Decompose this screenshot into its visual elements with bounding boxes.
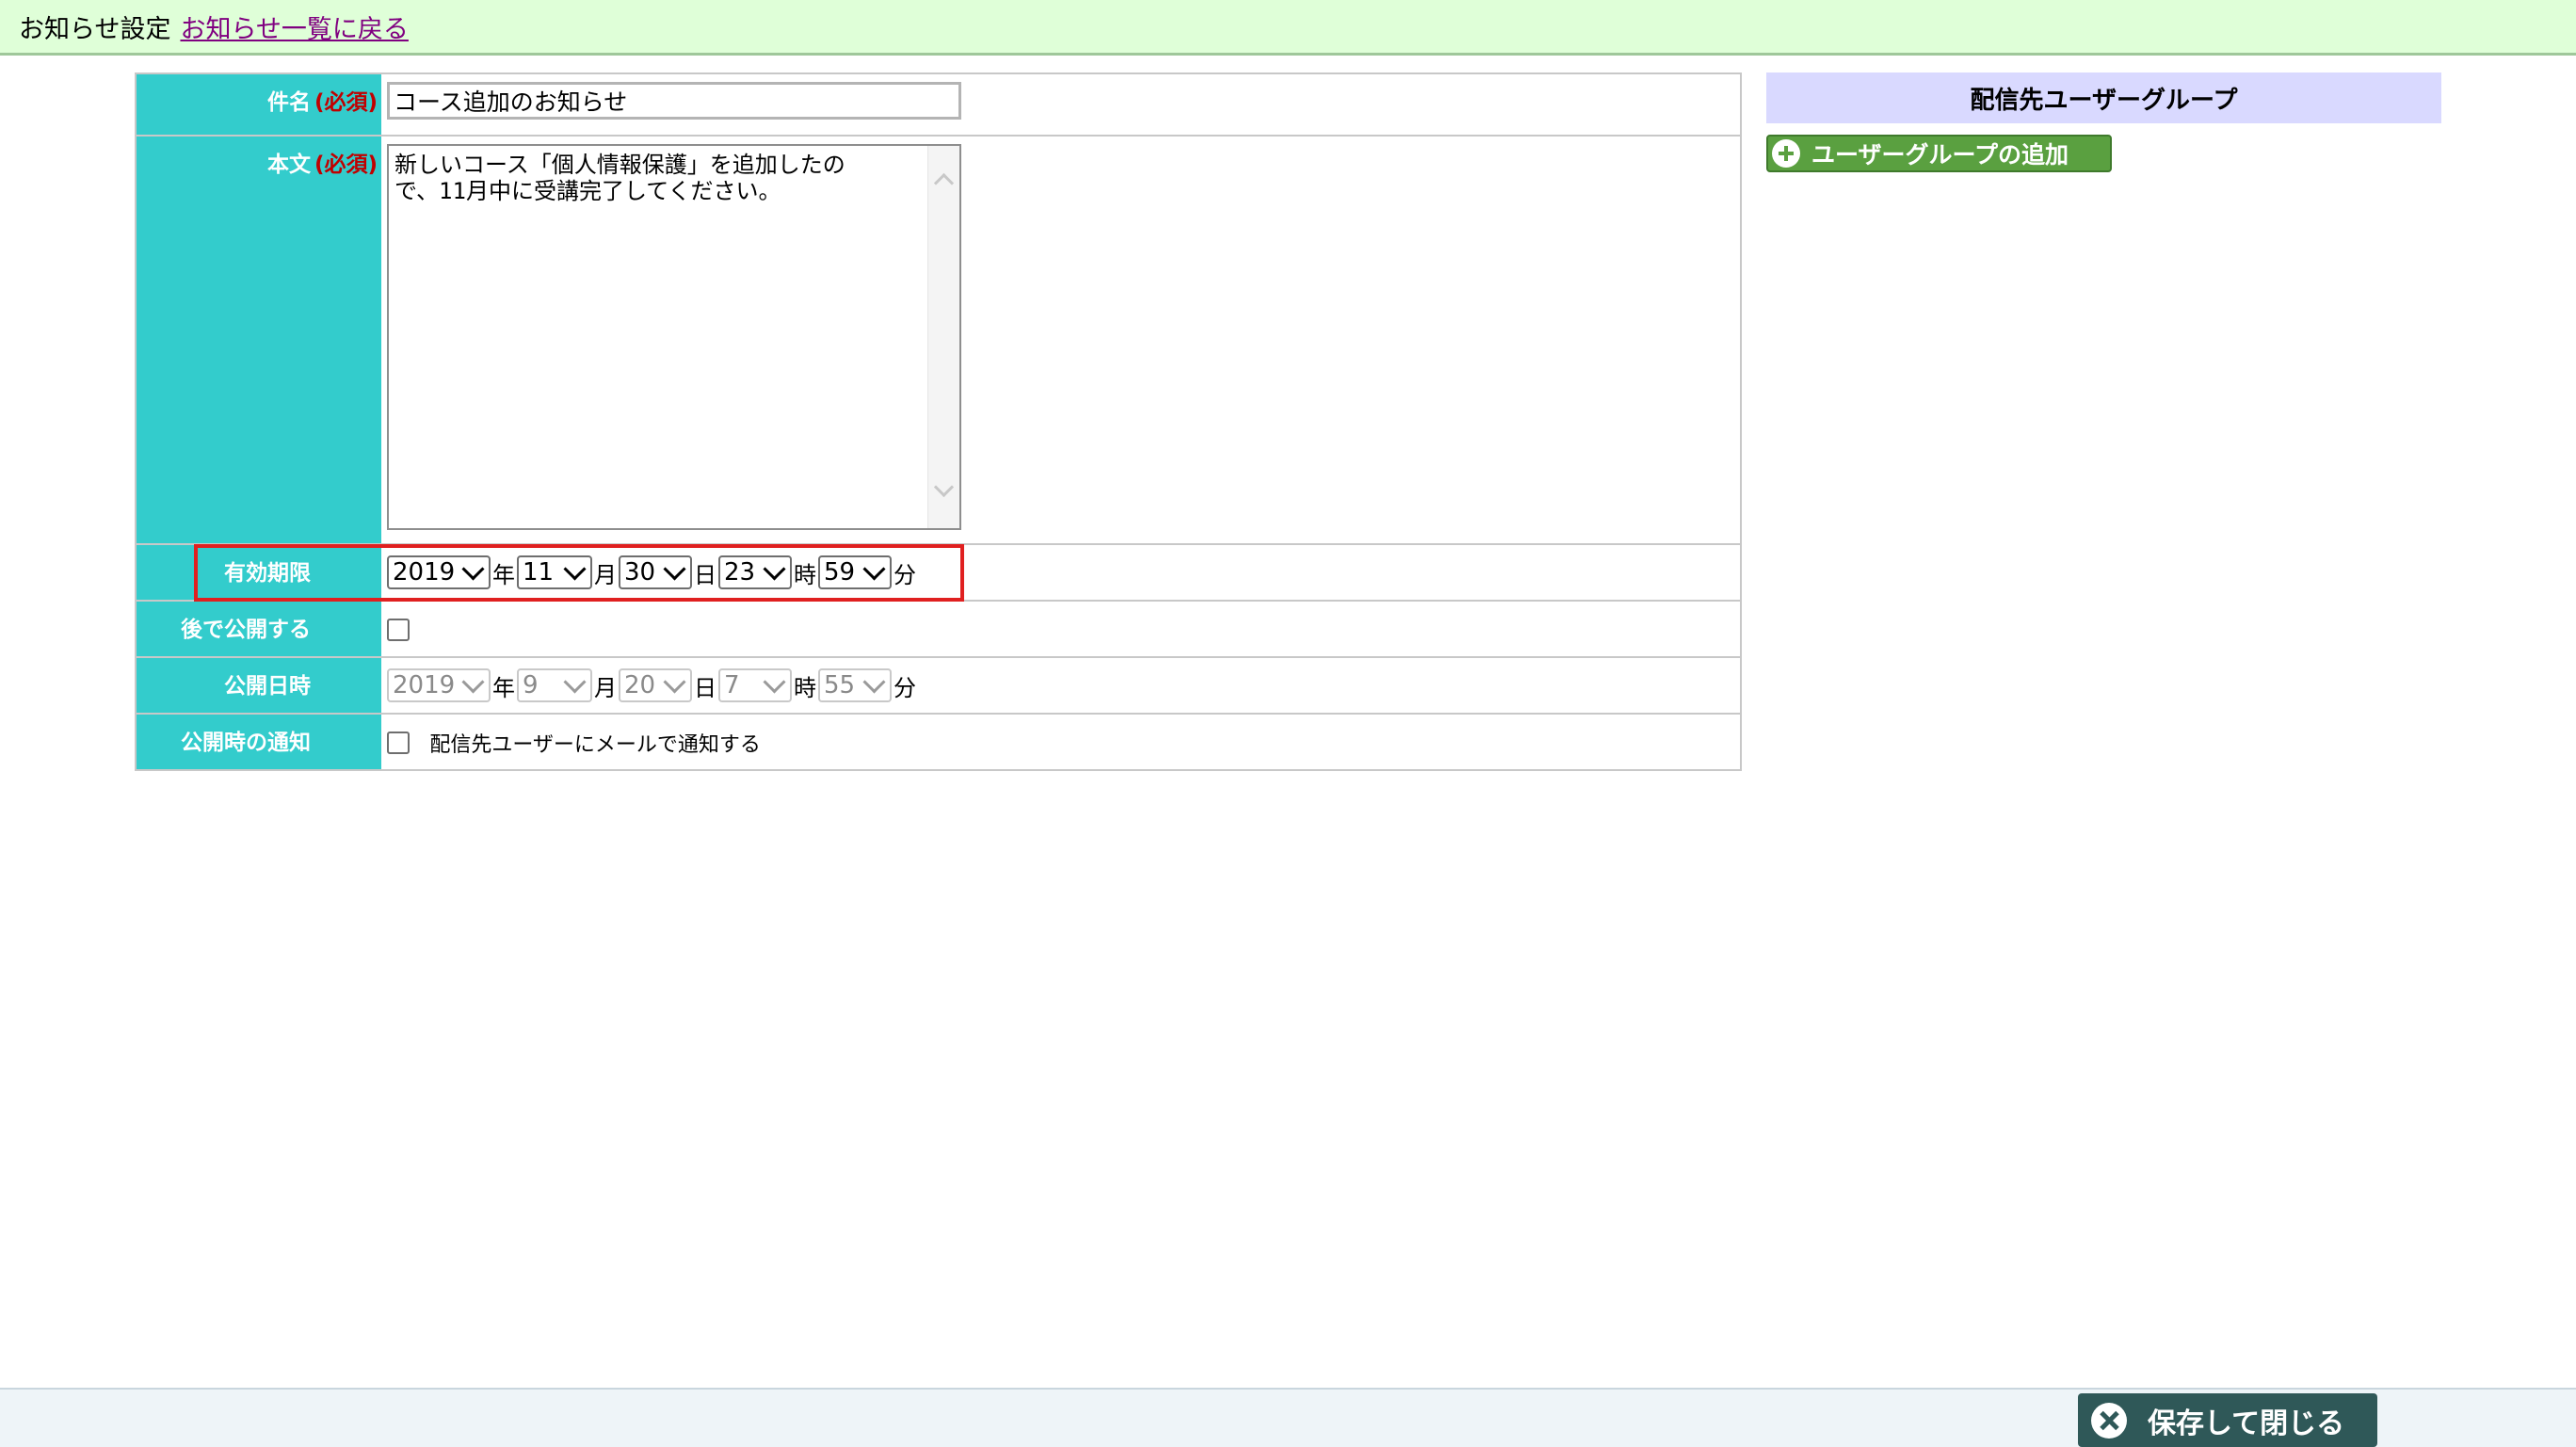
chevron-down-icon xyxy=(563,556,587,581)
subject-row: 件名 (必須) コース追加のお知らせ xyxy=(137,74,1740,135)
delivery-group-header: 配信先ユーザーグループ xyxy=(1766,72,2441,123)
chevron-down-icon xyxy=(763,556,786,581)
expiry-month-select[interactable]: 11 xyxy=(517,555,592,589)
required-mark: (必須) xyxy=(314,90,378,115)
subject-label: 件名 (必須) xyxy=(137,74,381,135)
publish-day-select[interactable]: 20 xyxy=(619,668,692,702)
publish-later-checkbox[interactable] xyxy=(387,618,410,641)
back-to-list-link[interactable]: お知らせ一覧に戻る xyxy=(180,8,408,45)
chevron-down-icon xyxy=(663,669,686,694)
chevron-down-icon xyxy=(563,669,587,694)
top-bar: お知らせ設定 お知らせ一覧に戻る xyxy=(0,0,2576,56)
plus-circle-icon xyxy=(1772,139,1800,168)
notify-checkbox[interactable] xyxy=(387,732,410,754)
expiry-row: 有効期限 2019 年 11 月 30 日 23 時 59 分 xyxy=(137,543,1740,600)
publish-year-select[interactable]: 2019 xyxy=(387,668,491,702)
save-and-close-button[interactable]: 保存して閉じる xyxy=(2078,1393,2377,1447)
expiry-day-select[interactable]: 30 xyxy=(619,555,692,589)
publish-later-label: 後で公開する xyxy=(137,602,381,656)
publish-date-label: 公開日時 xyxy=(137,658,381,713)
body-row: 本文 (必須) 新しいコース「個人情報保護」を追加したの で、11月中に受講完了し… xyxy=(137,135,1740,543)
chevron-down-icon xyxy=(461,556,485,581)
chevron-down-icon xyxy=(763,669,786,694)
close-circle-icon xyxy=(2091,1402,2127,1439)
textarea-scrollbar[interactable] xyxy=(927,146,959,528)
chevron-up-icon[interactable] xyxy=(933,172,955,194)
notify-label: 公開時の通知 xyxy=(137,715,381,769)
publish-hour-select[interactable]: 7 xyxy=(718,668,792,702)
expiry-hour-select[interactable]: 23 xyxy=(718,555,792,589)
add-user-group-button[interactable]: ユーザーグループの追加 xyxy=(1766,135,2112,172)
notify-row: 公開時の通知 配信先ユーザーにメールで通知する xyxy=(137,713,1740,769)
publish-month-select[interactable]: 9 xyxy=(517,668,592,702)
body-label: 本文 (必須) xyxy=(137,137,381,543)
chevron-down-icon[interactable] xyxy=(933,476,955,498)
publish-later-row: 後で公開する xyxy=(137,600,1740,656)
chevron-down-icon xyxy=(663,556,686,581)
chevron-down-icon xyxy=(862,556,886,581)
notify-checkbox-label[interactable]: 配信先ユーザーにメールで通知する xyxy=(429,733,761,757)
publish-minute-select[interactable]: 55 xyxy=(818,668,892,702)
expiry-minute-select[interactable]: 59 xyxy=(818,555,892,589)
required-mark: (必須) xyxy=(314,153,378,177)
body-textarea[interactable]: 新しいコース「個人情報保護」を追加したの で、11月中に受講完了してください。 xyxy=(387,144,961,530)
chevron-down-icon xyxy=(862,669,886,694)
subject-input[interactable]: コース追加のお知らせ xyxy=(387,82,961,120)
page-title: お知らせ設定 xyxy=(19,14,171,44)
expiry-year-select[interactable]: 2019 xyxy=(387,555,491,589)
chevron-down-icon xyxy=(461,669,485,694)
notice-form: 件名 (必須) コース追加のお知らせ 本文 (必須) 新しいコース「個人情報保護」を… xyxy=(135,72,1742,771)
publish-date-row: 公開日時 2019 年 9 月 20 日 7 時 55 分 xyxy=(137,656,1740,713)
expiry-label: 有効期限 xyxy=(137,545,381,600)
